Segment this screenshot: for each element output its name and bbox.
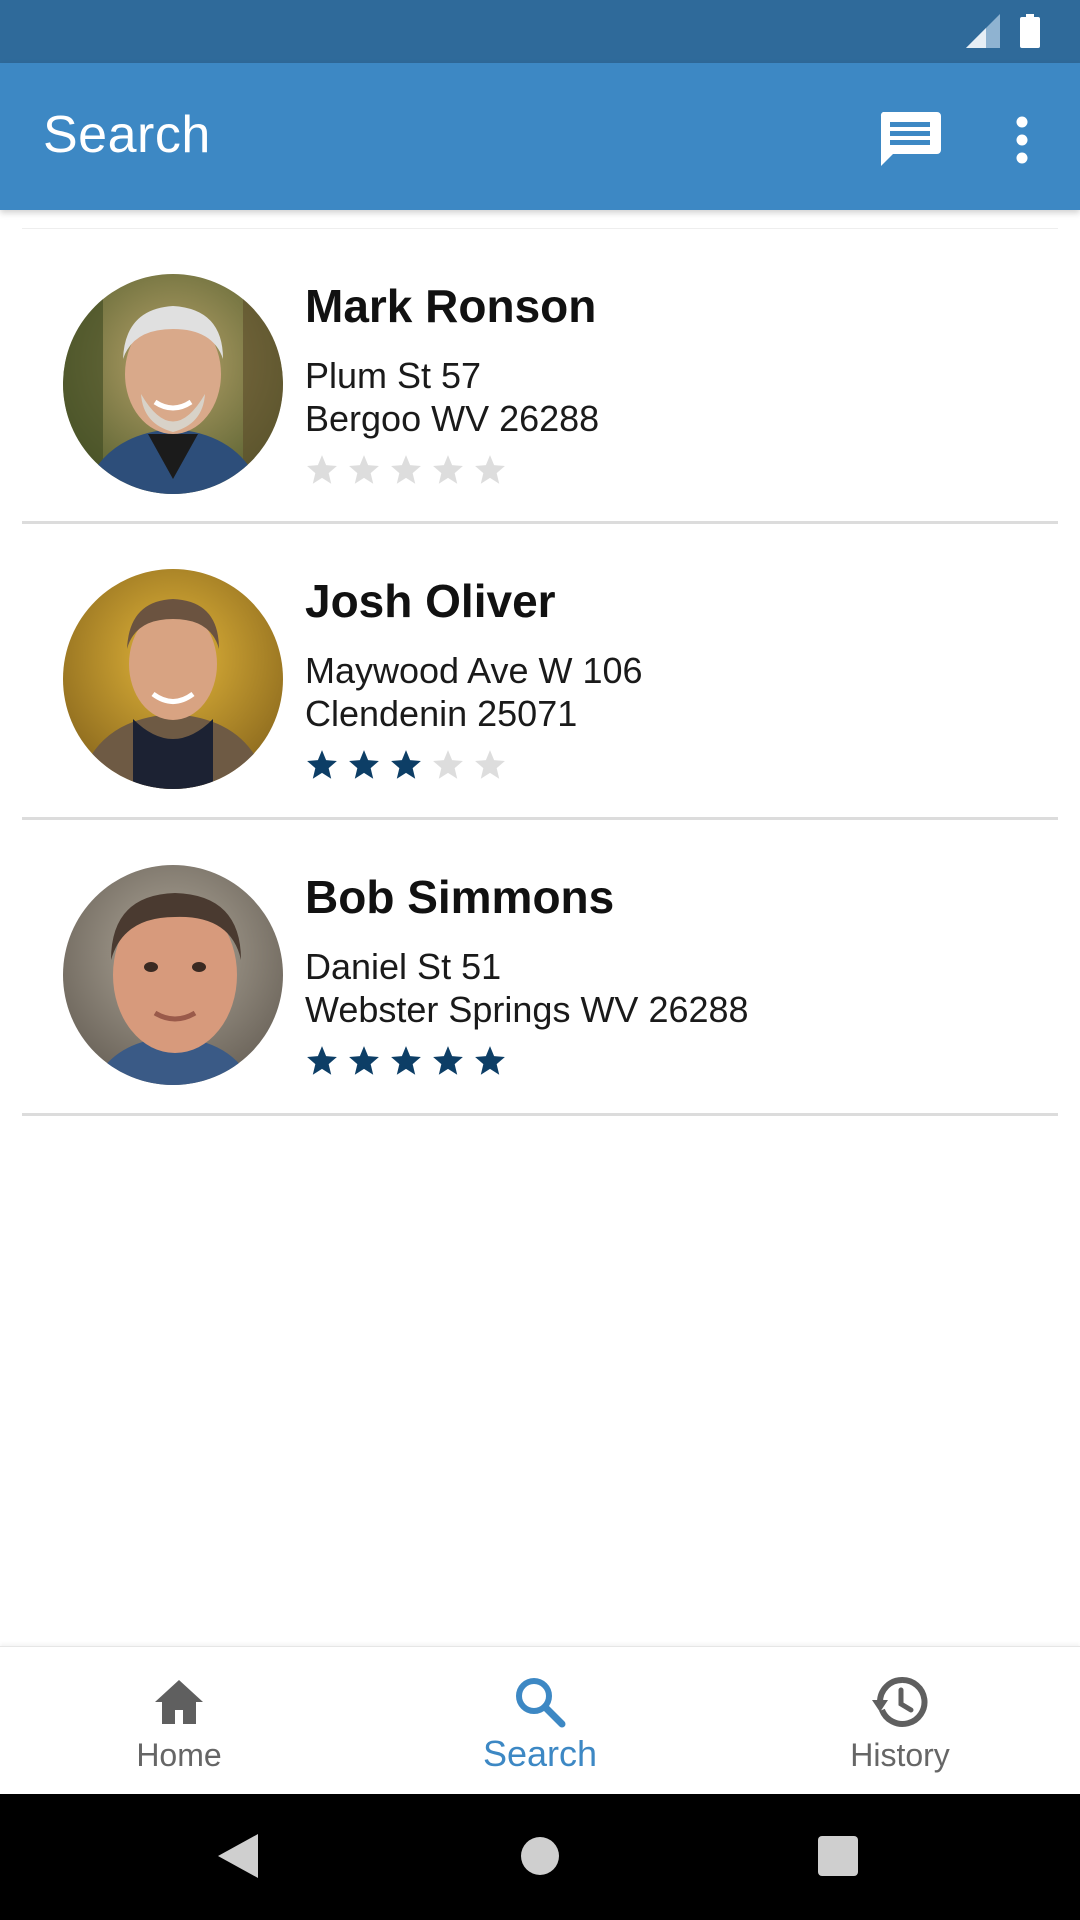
results-list: Mark Ronson Plum St 57 Bergoo WV 26288 J… [22, 228, 1058, 1116]
star-filled-icon [307, 750, 337, 779]
history-icon [872, 1676, 928, 1727]
nav-label-search: Search [482, 1733, 598, 1774]
result-address-line2: Webster Springs WV 26288 [305, 989, 749, 1030]
chat-icon [880, 112, 941, 166]
page-title: Search [43, 106, 211, 164]
star-empty-icon [349, 455, 379, 484]
nav-label-home: Home [136, 1737, 222, 1773]
star-filled-icon [475, 1046, 505, 1075]
result-card[interactable]: Bob Simmons Daniel St 51 Webster Springs… [22, 820, 1058, 1116]
bottom-navigation: Home Search History [0, 1646, 1080, 1795]
result-name: Bob Simmons [305, 871, 615, 923]
result-address-line2: Bergoo WV 26288 [305, 398, 600, 439]
star-filled-icon [349, 1046, 379, 1075]
star-filled-icon [307, 1046, 337, 1075]
recents-icon[interactable] [818, 1836, 858, 1876]
home-circle-icon[interactable] [520, 1836, 560, 1876]
app-bar: Search [0, 63, 1080, 210]
more-vert-icon [1016, 116, 1028, 164]
star-empty-icon [307, 455, 337, 484]
signal-icon [966, 14, 1000, 48]
system-navigation-bar [0, 1794, 1080, 1920]
result-card[interactable]: Josh Oliver Maywood Ave W 106 Clendenin … [22, 524, 1058, 820]
result-address-line1: Plum St 57 [305, 355, 482, 396]
star-filled-icon [391, 1046, 421, 1075]
nav-item-home[interactable]: Home [59, 1647, 299, 1795]
result-address-line1: Maywood Ave W 106 [305, 650, 643, 691]
status-icons [966, 14, 1040, 48]
screen: Search Mark Ronson Plum St 57 Bergoo WV … [0, 0, 1080, 1920]
star-empty-icon [433, 750, 463, 779]
search-icon [516, 1678, 566, 1728]
nav-item-history[interactable]: History [780, 1647, 1020, 1795]
result-address-line2: Clendenin 25071 [305, 693, 578, 734]
home-icon [155, 1680, 203, 1724]
nav-item-search[interactable]: Search [420, 1647, 660, 1795]
rating-stars [305, 1044, 507, 1078]
result-card[interactable]: Mark Ronson Plum St 57 Bergoo WV 26288 [22, 228, 1058, 524]
star-empty-icon [433, 455, 463, 484]
result-name: Josh Oliver [305, 575, 556, 627]
rating-stars [305, 748, 507, 782]
star-filled-icon [433, 1046, 463, 1075]
result-address-line1: Daniel St 51 [305, 946, 502, 987]
star-empty-icon [475, 750, 505, 779]
rating-stars [305, 453, 507, 487]
chat-button[interactable] [875, 109, 945, 171]
status-bar [0, 0, 1080, 63]
battery-icon [1020, 14, 1040, 48]
avatar [63, 569, 283, 789]
star-empty-icon [391, 455, 421, 484]
avatar [63, 865, 283, 1085]
star-filled-icon [349, 750, 379, 779]
nav-label-history: History [850, 1737, 950, 1773]
back-icon[interactable] [216, 1832, 260, 1880]
star-empty-icon [475, 455, 505, 484]
result-name: Mark Ronson [305, 280, 597, 332]
star-filled-icon [391, 750, 421, 779]
avatar [63, 274, 283, 494]
